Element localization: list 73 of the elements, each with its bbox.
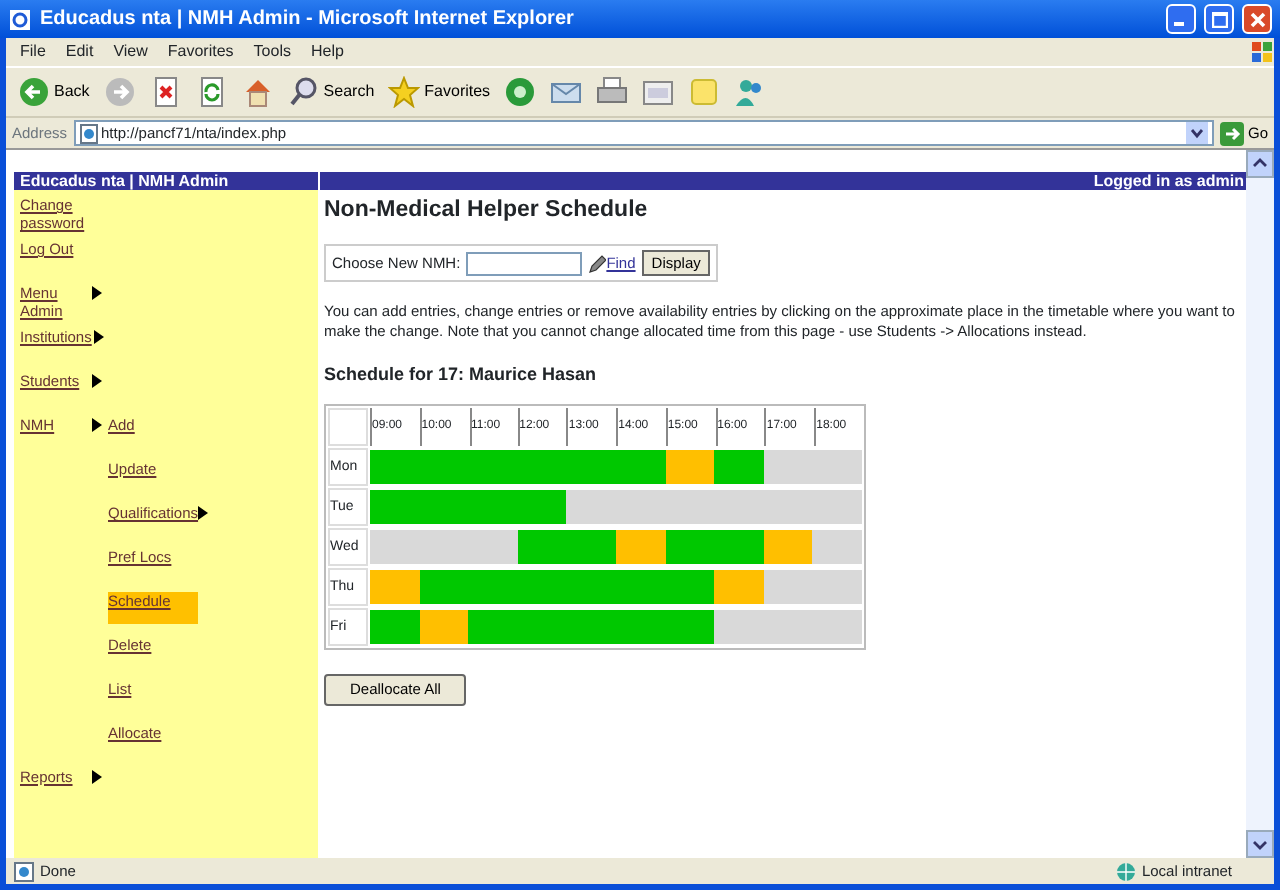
globe-icon [1115, 861, 1136, 881]
menu-item[interactable]: Help [300, 40, 354, 64]
refresh-icon [195, 76, 228, 108]
menu-item[interactable]: Favorites [157, 40, 244, 64]
available-slot[interactable] [517, 530, 567, 565]
search-icon [287, 76, 320, 108]
page-icon [14, 861, 34, 881]
home-icon [241, 76, 274, 108]
star-icon [388, 76, 421, 108]
available-slot[interactable] [566, 530, 616, 565]
available-slot[interactable] [665, 570, 715, 605]
maximize-icon [1211, 11, 1227, 27]
forward-icon [103, 76, 136, 108]
page-heading: Non-Medical Helper Schedule [324, 196, 650, 226]
free-slot[interactable] [812, 530, 862, 565]
window-title: Educadus nta | NMH Admin - Microsoft Internet Explorer [40, 6, 576, 34]
windows-logo-icon [1250, 40, 1274, 64]
free-slot[interactable] [566, 490, 616, 525]
note-icon [688, 76, 721, 108]
back-icon [18, 76, 50, 108]
pencil-icon [588, 254, 607, 275]
free-slot[interactable] [763, 570, 813, 605]
free-slot[interactable] [812, 610, 862, 645]
allocated-slot[interactable] [763, 530, 813, 565]
page-icon [79, 123, 98, 143]
stop-icon [149, 76, 182, 108]
available-slot[interactable] [714, 450, 764, 485]
free-slot[interactable] [468, 530, 518, 565]
menu-item[interactable]: Tools [243, 40, 301, 64]
available-slot[interactable] [370, 490, 420, 525]
allocated-slot[interactable] [370, 570, 420, 605]
available-slot[interactable] [468, 610, 518, 645]
maximize-button[interactable] [1204, 4, 1234, 34]
scroll-down-icon[interactable] [1246, 830, 1274, 858]
media-icon [504, 76, 537, 108]
available-slot[interactable] [665, 530, 715, 565]
document-icon [642, 76, 675, 108]
menu-item[interactable]: Edit [55, 40, 104, 64]
printer-icon [596, 76, 629, 108]
allocated-slot[interactable] [714, 570, 764, 605]
people-icon [734, 76, 767, 108]
free-slot[interactable] [812, 450, 862, 485]
close-button[interactable] [1242, 4, 1272, 34]
available-slot[interactable] [517, 490, 567, 525]
menu-item[interactable]: File [10, 40, 56, 64]
free-slot[interactable] [763, 450, 813, 485]
menu-item[interactable]: View [103, 40, 158, 64]
free-slot[interactable] [812, 490, 862, 525]
free-slot[interactable] [812, 570, 862, 605]
free-slot[interactable] [714, 610, 764, 645]
back-button[interactable]: Back [14, 76, 94, 108]
site-title: Educadus nta | NMH Admin [18, 172, 231, 190]
edit-button[interactable] [638, 76, 679, 108]
scroll-up-icon[interactable] [1246, 150, 1274, 178]
minimize-button[interactable] [1166, 4, 1196, 34]
dropdown-icon [1185, 122, 1208, 144]
allocated-slot[interactable] [615, 530, 666, 565]
browser-icon [8, 7, 32, 31]
available-slot[interactable] [419, 570, 469, 605]
close-icon [1249, 11, 1265, 27]
search-button[interactable]: Search [283, 76, 379, 108]
favorites-button[interactable]: Favorites [384, 76, 495, 108]
available-slot[interactable] [370, 610, 420, 645]
print-button[interactable] [592, 76, 633, 108]
schedule-title: Schedule for 17: Maurice Hasan [324, 361, 599, 388]
available-slot[interactable] [615, 450, 666, 485]
available-slot[interactable] [370, 450, 420, 485]
available-slot[interactable] [665, 610, 715, 645]
allocated-slot[interactable] [665, 450, 715, 485]
available-slot[interactable] [714, 530, 764, 565]
nmh-input[interactable] [466, 251, 583, 276]
free-slot[interactable] [370, 530, 420, 565]
allocated-slot[interactable] [419, 610, 469, 645]
